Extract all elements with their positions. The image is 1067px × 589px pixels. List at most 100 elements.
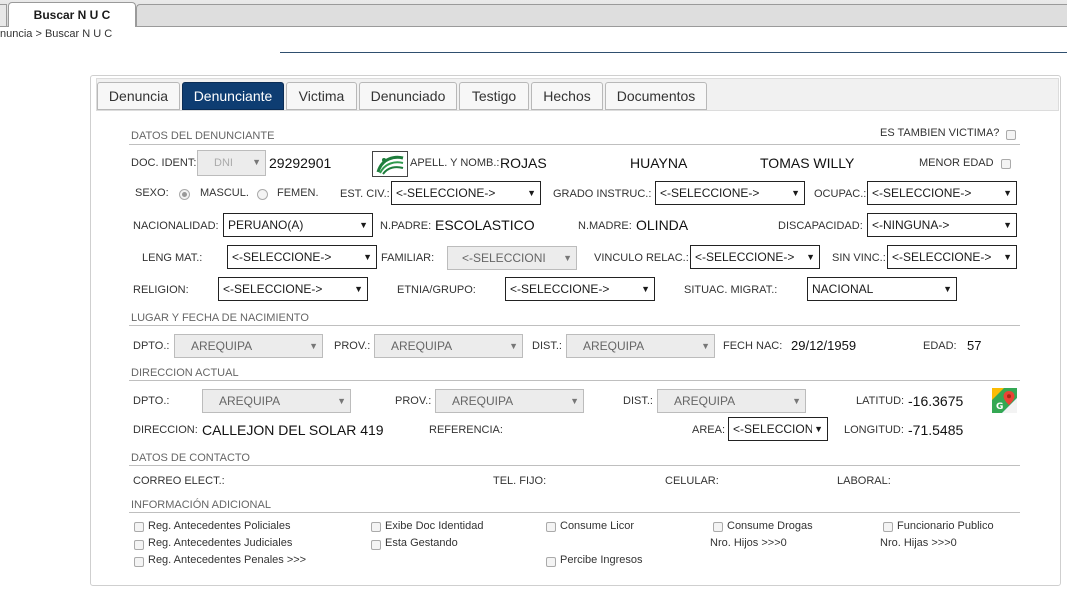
licor-label: Consume Licor — [560, 520, 634, 532]
vinculo-value: <-SELECCIONE-> — [695, 250, 795, 264]
victim-checkbox[interactable] — [1006, 130, 1016, 140]
longitud-label: LONGITUD: — [844, 424, 904, 436]
drogas-checkbox[interactable] — [713, 522, 723, 532]
dir-prov-value: AREQUIPA — [452, 394, 514, 408]
exibe-checkbox[interactable] — [371, 522, 381, 532]
section-datos: DATOS DEL DENUNCIANTE — [131, 130, 275, 142]
dir-prov-select[interactable]: AREQUIPA ▼ — [435, 389, 584, 413]
percibe-checkbox[interactable] — [546, 557, 556, 567]
section-info: INFORMACIÓN ADICIONAL — [131, 499, 271, 511]
chevron-down-icon: ▼ — [806, 252, 815, 262]
policiales-checkbox[interactable] — [134, 522, 144, 532]
chevron-down-icon: ▼ — [791, 188, 800, 198]
licor-checkbox[interactable] — [546, 522, 556, 532]
chevron-down-icon: ▼ — [701, 341, 710, 351]
google-maps-icon[interactable]: G — [992, 388, 1017, 413]
name-label: APELL. Y NOMB.: — [410, 157, 500, 169]
familiar-select[interactable]: <-SELECCIONI ▼ — [447, 246, 577, 270]
penales-checkbox[interactable] — [134, 557, 144, 567]
vinculo-select[interactable]: <-SELECCIONE-> ▼ — [690, 245, 820, 269]
masculino-label: MASCUL. — [200, 187, 249, 199]
leng-mat-label: LENG MAT.: — [142, 252, 203, 264]
nac-prov-select[interactable]: AREQUIPA ▼ — [374, 334, 523, 358]
grado-label: GRADO INSTRUC.: — [553, 188, 652, 200]
nac-dpto-select[interactable]: AREQUIPA ▼ — [174, 334, 323, 358]
sin-vinc-label: SIN VINC.: — [832, 252, 886, 264]
penales-label[interactable]: Reg. Antecedentes Penales >>> — [148, 554, 306, 566]
nac-dist-select[interactable]: AREQUIPA ▼ — [566, 334, 715, 358]
tab-documentos[interactable]: Documentos — [605, 82, 707, 110]
est-civ-select[interactable]: <-SELECCIONE-> ▼ — [391, 181, 541, 205]
sin-vinc-select[interactable]: <-SELECCIONE-> ▼ — [887, 245, 1017, 269]
vinculo-label: VINCULO RELAC.: — [594, 252, 689, 264]
sexo-label: SEXO: — [135, 187, 169, 199]
radio-femenino[interactable] — [257, 189, 268, 200]
nro-hijas[interactable]: Nro. Hijas >>>0 — [880, 537, 957, 549]
est-civ-label: EST. CIV.: — [340, 188, 390, 200]
chevron-down-icon: ▼ — [509, 341, 518, 351]
chevron-down-icon: ▼ — [792, 396, 801, 406]
gestando-checkbox[interactable] — [371, 540, 381, 550]
latitud-value: -16.3675 — [908, 393, 964, 409]
area-label: AREA: — [692, 424, 726, 436]
tab-denuncia[interactable]: Denuncia — [97, 82, 180, 110]
tab-denunciante[interactable]: Denunciante — [182, 82, 284, 110]
radio-masculino[interactable] — [179, 189, 190, 200]
apellido-materno: HUAYNA — [630, 155, 688, 171]
etnia-select[interactable]: <-SELECCIONE-> ▼ — [505, 277, 655, 301]
situac-label: SITUAC. MIGRAT.: — [684, 284, 778, 296]
tab-victima[interactable]: Victima — [286, 82, 357, 110]
section-info-line — [129, 512, 1020, 513]
nacionalidad-select[interactable]: PERUANO(A) ▼ — [223, 213, 373, 237]
prev-tab-edge[interactable] — [0, 4, 7, 27]
tab-denunciado[interactable]: Denunciado — [359, 82, 457, 110]
chevron-down-icon: ▼ — [563, 253, 572, 263]
doc-ident-label: DOC. IDENT: — [131, 157, 197, 169]
section-datos-line — [129, 144, 1020, 145]
doc-type-select[interactable]: DNI ▼ — [197, 150, 266, 176]
discapacidad-select[interactable]: <-NINGUNA-> ▼ — [867, 213, 1017, 237]
ocupac-value: <-SELECCIONE-> — [872, 186, 972, 200]
chevron-down-icon: ▼ — [1003, 188, 1012, 198]
grado-select[interactable]: <-SELECCIONE-> ▼ — [655, 181, 805, 205]
chevron-down-icon: ▼ — [943, 284, 952, 294]
referencia-label: REFERENCIA: — [429, 424, 503, 436]
menor-edad-label: MENOR EDAD — [919, 157, 994, 169]
laboral-label: LABORAL: — [837, 475, 891, 487]
breadcrumb: nuncia > Buscar N U C — [0, 28, 113, 40]
next-tab-edge[interactable] — [136, 4, 1067, 26]
reniec-logo-icon[interactable] — [372, 151, 408, 177]
dir-dpto-select[interactable]: AREQUIPA ▼ — [202, 389, 351, 413]
tab-hechos[interactable]: Hechos — [531, 82, 603, 110]
menor-edad-checkbox[interactable] — [1001, 159, 1011, 169]
chevron-down-icon: ▼ — [309, 341, 318, 351]
ocupac-select[interactable]: <-SELECCIONE-> ▼ — [867, 181, 1017, 205]
judiciales-checkbox[interactable] — [134, 540, 144, 550]
edad-label: EDAD: — [923, 340, 957, 352]
religion-select[interactable]: <-SELECCIONE-> ▼ — [218, 277, 368, 301]
nacionalidad-value: PERUANO(A) — [228, 218, 304, 232]
sin-vinc-value: <-SELECCIONE-> — [892, 250, 992, 264]
nacionalidad-label: NACIONALIDAD: — [133, 220, 219, 232]
section-lugar: LUGAR Y FECHA DE NACIMIENTO — [131, 312, 309, 324]
celular-label: CELULAR: — [665, 475, 719, 487]
funcionario-checkbox[interactable] — [883, 522, 893, 532]
chevron-down-icon: ▼ — [641, 284, 650, 294]
dir-dpto-value: AREQUIPA — [219, 394, 281, 408]
chevron-down-icon: ▼ — [354, 284, 363, 294]
leng-mat-select[interactable]: <-SELECCIONE-> ▼ — [227, 245, 377, 269]
situac-select[interactable]: NACIONAL ▼ — [807, 277, 957, 301]
discapacidad-label: DISCAPACIDAD: — [778, 220, 863, 232]
drogas-label: Consume Drogas — [727, 520, 813, 532]
policiales-label: Reg. Antecedentes Policiales — [148, 520, 291, 532]
religion-value: <-SELECCIONE-> — [223, 282, 323, 296]
tab-testigo[interactable]: Testigo — [459, 82, 529, 110]
area-select[interactable]: <-SELECCION ▼ — [728, 417, 828, 441]
nro-hijos[interactable]: Nro. Hijos >>>0 — [710, 537, 787, 549]
dir-dpto-label: DPTO.: — [133, 395, 170, 407]
dir-dist-select[interactable]: AREQUIPA ▼ — [657, 389, 806, 413]
section-direccion: DIRECCION ACTUAL — [131, 367, 239, 379]
tab-buscar-nuc[interactable]: Buscar N U C — [8, 2, 136, 27]
fech-nac-label: FECH NAC: — [723, 340, 783, 352]
chevron-down-icon: ▼ — [359, 220, 368, 230]
